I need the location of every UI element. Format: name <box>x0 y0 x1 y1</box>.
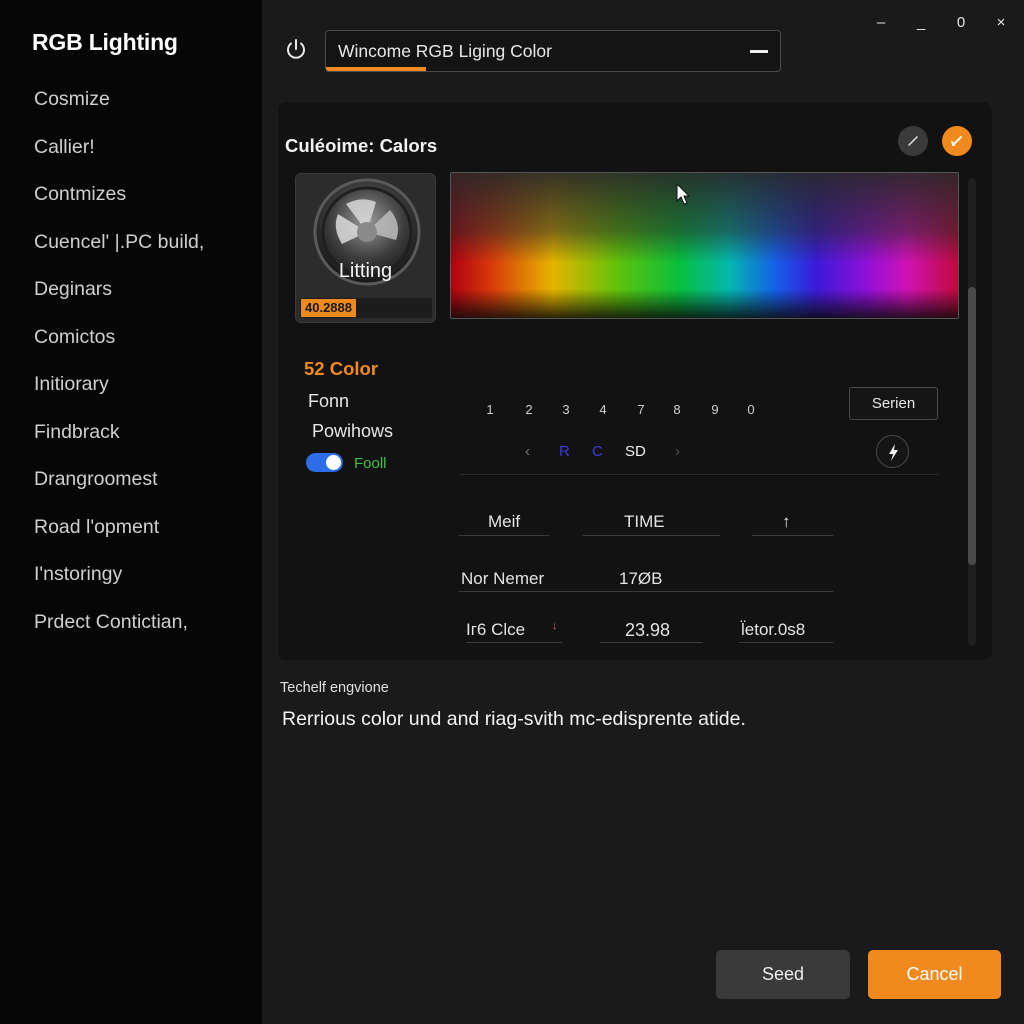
mode-r[interactable]: R <box>559 443 570 460</box>
font-option[interactable]: Fonn <box>308 391 349 412</box>
series-button[interactable]: Serien <box>849 387 938 420</box>
device-badge: 40.2888 <box>301 299 356 317</box>
sidebar-item-road-opment[interactable]: Road l'opment <box>34 514 204 562</box>
scale-step[interactable]: 4 <box>593 402 613 417</box>
sidebar-item-contmizes[interactable]: Contmizes <box>34 181 204 229</box>
sidebar-item-drangroomest[interactable]: Drangroomest <box>34 466 204 514</box>
divider <box>600 642 703 643</box>
sidebar-item-initiorary[interactable]: Initiorary <box>34 371 204 419</box>
sidebar-item-cosmize[interactable]: Cosmize <box>34 86 204 134</box>
pencil-icon <box>908 136 918 146</box>
search-progress-bar <box>326 67 426 71</box>
search-input[interactable]: Wincome RGB Liging Color <box>325 30 781 72</box>
minimize-button[interactable]: – <box>870 14 892 31</box>
sort-arrow-icon[interactable]: ↑ <box>782 512 791 532</box>
mode-sd[interactable]: SD <box>625 443 646 460</box>
toggle-label: Fooll <box>354 455 387 472</box>
scrollbar-thumb[interactable] <box>968 287 976 565</box>
maximize-button[interactable]: 0 <box>950 14 972 31</box>
mode-selector: ‹ R C SD › <box>515 443 695 463</box>
lightning-icon <box>889 444 898 461</box>
divider <box>739 642 833 643</box>
cancel-button[interactable]: Cancel <box>868 950 1001 999</box>
table-row-label: Iг6 Clce <box>466 620 526 639</box>
collapse-icon[interactable] <box>750 50 768 53</box>
device-card[interactable]: Litting 40.2888 <box>295 173 436 323</box>
close-button[interactable]: × <box>990 14 1012 31</box>
scale-step[interactable]: 1 <box>480 402 500 417</box>
edit-button[interactable] <box>898 126 928 156</box>
sidebar-item-comictos[interactable]: Comictos <box>34 324 204 372</box>
device-label: Litting <box>338 260 393 282</box>
sidebar-item-prdect-contictian[interactable]: Prdect Contictian, <box>34 609 204 657</box>
scale-step[interactable]: 0 <box>741 402 761 417</box>
seed-button[interactable]: Seed <box>716 950 850 999</box>
panel-title: Culéoime: Calors <box>285 135 438 156</box>
table-row-extra: l̈etor.0s8 <box>741 620 806 639</box>
sidebar-item-deginars[interactable]: Deginars <box>34 276 204 324</box>
check-icon <box>951 136 962 146</box>
divider <box>583 535 720 536</box>
color-count-label: 52 Color <box>304 358 379 379</box>
divider <box>466 642 562 643</box>
search-input-value: Wincome RGB Liging Color <box>338 41 552 61</box>
confirm-button[interactable] <box>942 126 972 156</box>
divider <box>459 591 833 592</box>
sidebar: RGB Lighting Cosmize Callier! Contmizes … <box>0 0 262 1024</box>
sidebar-item-pc-build[interactable]: Cuencel' |.PC build, <box>34 229 204 277</box>
scale-step[interactable]: 2 <box>519 402 539 417</box>
mode-prev-icon[interactable]: ‹ <box>525 443 530 460</box>
description-heading: Techelf engvione <box>280 680 389 696</box>
sidebar-item-findbrack[interactable]: Findbrack <box>34 419 204 467</box>
bolt-button[interactable] <box>876 435 909 468</box>
scale-step[interactable]: 7 <box>631 402 651 417</box>
sidebar-item-callier[interactable]: Callier! <box>34 134 204 182</box>
divider <box>752 535 833 536</box>
mode-next-icon[interactable]: › <box>675 443 680 460</box>
device-status-bar: 40.2888 <box>300 298 432 318</box>
down-arrow-icon: ↓ <box>552 620 558 632</box>
mode-c[interactable]: C <box>592 443 603 460</box>
scale-step[interactable]: 8 <box>667 402 687 417</box>
table-row-value: 23.98 <box>625 620 671 640</box>
divider <box>460 474 938 475</box>
scale-step[interactable]: 3 <box>556 402 576 417</box>
window-controls: – _ 0 × <box>870 14 1012 31</box>
power-icon[interactable] <box>284 38 308 62</box>
fool-toggle[interactable] <box>306 453 343 472</box>
description-text: Rerrious color und and riag-svith mc-edi… <box>282 708 746 730</box>
sidebar-item-instoringy[interactable]: I'nstoringy <box>34 561 204 609</box>
color-picker-field[interactable] <box>450 172 959 319</box>
mouse-cursor-icon <box>676 183 691 205</box>
table-row-label: Nor Nemer <box>461 569 545 588</box>
app-title: RGB Lighting <box>32 29 178 55</box>
scale-step[interactable]: 9 <box>705 402 725 417</box>
divider <box>459 535 549 536</box>
table-header-time: TIME <box>624 512 665 531</box>
toggle-knob <box>326 455 341 470</box>
sidebar-list: Cosmize Callier! Contmizes Cuencel' |.PC… <box>34 86 204 656</box>
table-row-value: 17ØB <box>619 569 663 588</box>
restore-button[interactable]: _ <box>910 14 932 31</box>
table-header-meif: Meif <box>488 512 521 531</box>
power-option[interactable]: Powihows <box>312 421 393 442</box>
